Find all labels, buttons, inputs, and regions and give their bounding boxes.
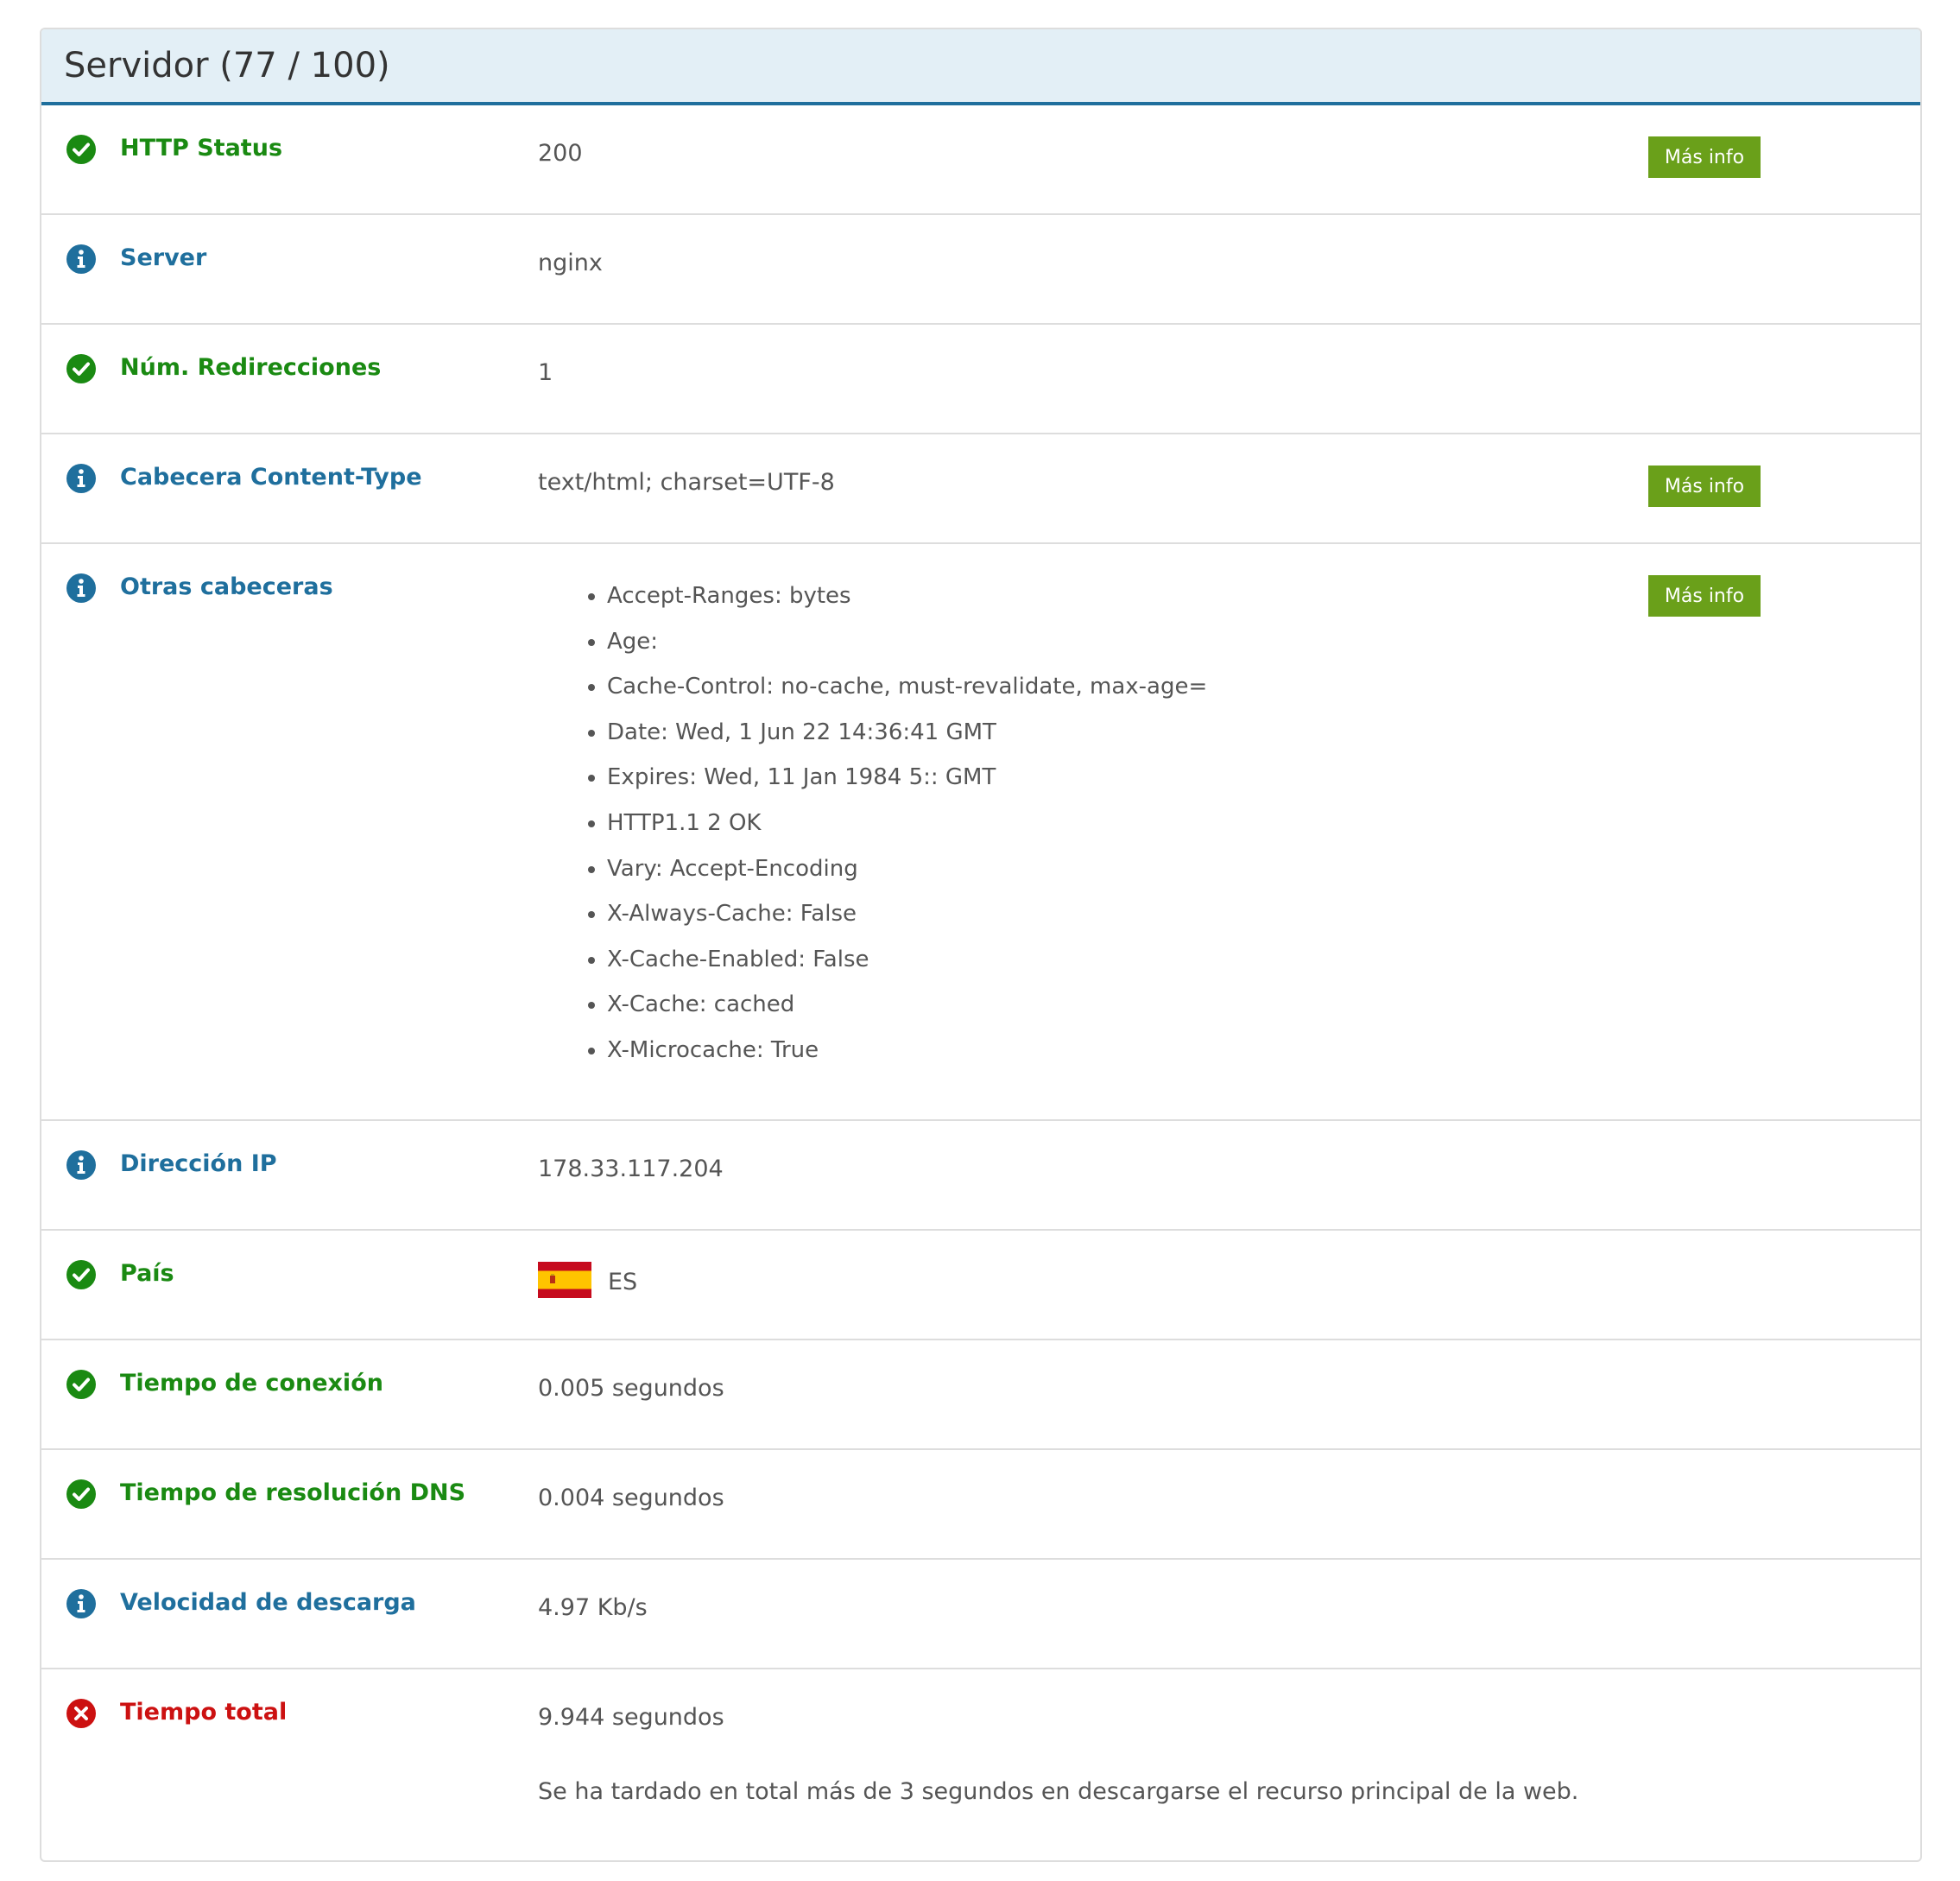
headers-list: Accept-Ranges: bytes Age: Cache-Control:…: [538, 573, 1207, 1074]
check-circle-icon: [66, 1370, 96, 1399]
row-value: 200: [538, 140, 583, 167]
list-item: X-Cache-Enabled: False: [607, 937, 1207, 983]
row-label: Tiempo de conexión: [120, 1370, 383, 1396]
list-item: Expires: Wed, 11 Jan 1984 5:: GMT: [607, 755, 1207, 801]
info-circle-icon: [66, 464, 96, 493]
server-panel: Servidor (77 / 100) HTTP Status 200 Más …: [40, 28, 1922, 1862]
row-label: Núm. Redirecciones: [120, 354, 382, 381]
row-redirects: Núm. Redirecciones 1: [41, 325, 1920, 434]
x-circle-icon: [66, 1699, 96, 1728]
row-label: Tiempo de resolución DNS: [120, 1479, 466, 1506]
row-label: Server: [120, 244, 207, 271]
list-item: Cache-Control: no-cache, must-revalidate…: [607, 664, 1207, 710]
row-value: nginx: [538, 250, 603, 276]
list-item: Accept-Ranges: bytes: [607, 573, 1207, 619]
row-label: Velocidad de descarga: [120, 1589, 416, 1616]
row-label: País: [120, 1260, 174, 1287]
row-note: Se ha tardado en total más de 3 segundos…: [538, 1778, 1579, 1805]
check-circle-icon: [66, 354, 96, 383]
mas-info-button[interactable]: Más info: [1648, 136, 1761, 178]
row-server: Server nginx: [41, 215, 1920, 325]
row-dns-time: Tiempo de resolución DNS 0.004 segundos: [41, 1450, 1920, 1560]
info-circle-icon: [66, 1589, 96, 1618]
check-circle-icon: [66, 1260, 96, 1289]
row-label: Tiempo total: [120, 1699, 288, 1726]
mas-info-button[interactable]: Más info: [1648, 466, 1761, 507]
row-content-type: Cabecera Content-Type text/html; charset…: [41, 434, 1920, 544]
row-label: HTTP Status: [120, 135, 283, 162]
row-value: 1: [538, 359, 553, 386]
list-item: Date: Wed, 1 Jun 22 14:36:41 GMT: [607, 710, 1207, 756]
row-value: 0.005 segundos: [538, 1375, 724, 1402]
row-value: 4.97 Kb/s: [538, 1594, 648, 1621]
country-code: ES: [608, 1269, 638, 1295]
mas-info-button[interactable]: Más info: [1648, 575, 1761, 617]
row-ip-address: Dirección IP 178.33.117.204: [41, 1121, 1920, 1231]
row-value: 178.33.117.204: [538, 1156, 724, 1182]
row-label: Otras cabeceras: [120, 573, 333, 600]
list-item: X-Always-Cache: False: [607, 891, 1207, 937]
list-item: HTTP1.1 2 OK: [607, 801, 1207, 846]
row-connect-time: Tiempo de conexión 0.005 segundos: [41, 1340, 1920, 1450]
row-label: Cabecera Content-Type: [120, 464, 422, 491]
list-item: Age:: [607, 619, 1207, 665]
row-value: text/html; charset=UTF-8: [538, 469, 835, 496]
list-item: X-Microcache: True: [607, 1028, 1207, 1074]
row-http-status: HTTP Status 200 Más info: [41, 105, 1920, 215]
spain-flag-icon: [538, 1262, 591, 1298]
row-other-headers: Otras cabeceras Accept-Ranges: bytes Age…: [41, 544, 1920, 1121]
row-value: 9.944 segundos: [538, 1704, 724, 1731]
row-country: País ES: [41, 1231, 1920, 1340]
panel-title: Servidor (77 / 100): [64, 46, 390, 86]
row-total-time: Tiempo total 9.944 segundos Se ha tardad…: [41, 1669, 1920, 1842]
check-circle-icon: [66, 1479, 96, 1509]
list-item: Vary: Accept-Encoding: [607, 846, 1207, 892]
row-label: Dirección IP: [120, 1150, 277, 1177]
list-item: X-Cache: cached: [607, 982, 1207, 1028]
row-download-speed: Velocidad de descarga 4.97 Kb/s: [41, 1560, 1920, 1669]
info-circle-icon: [66, 573, 96, 603]
info-circle-icon: [66, 1150, 96, 1180]
row-value: 0.004 segundos: [538, 1485, 724, 1511]
panel-header: Servidor (77 / 100): [41, 29, 1920, 105]
check-circle-icon: [66, 135, 96, 164]
info-circle-icon: [66, 244, 96, 274]
